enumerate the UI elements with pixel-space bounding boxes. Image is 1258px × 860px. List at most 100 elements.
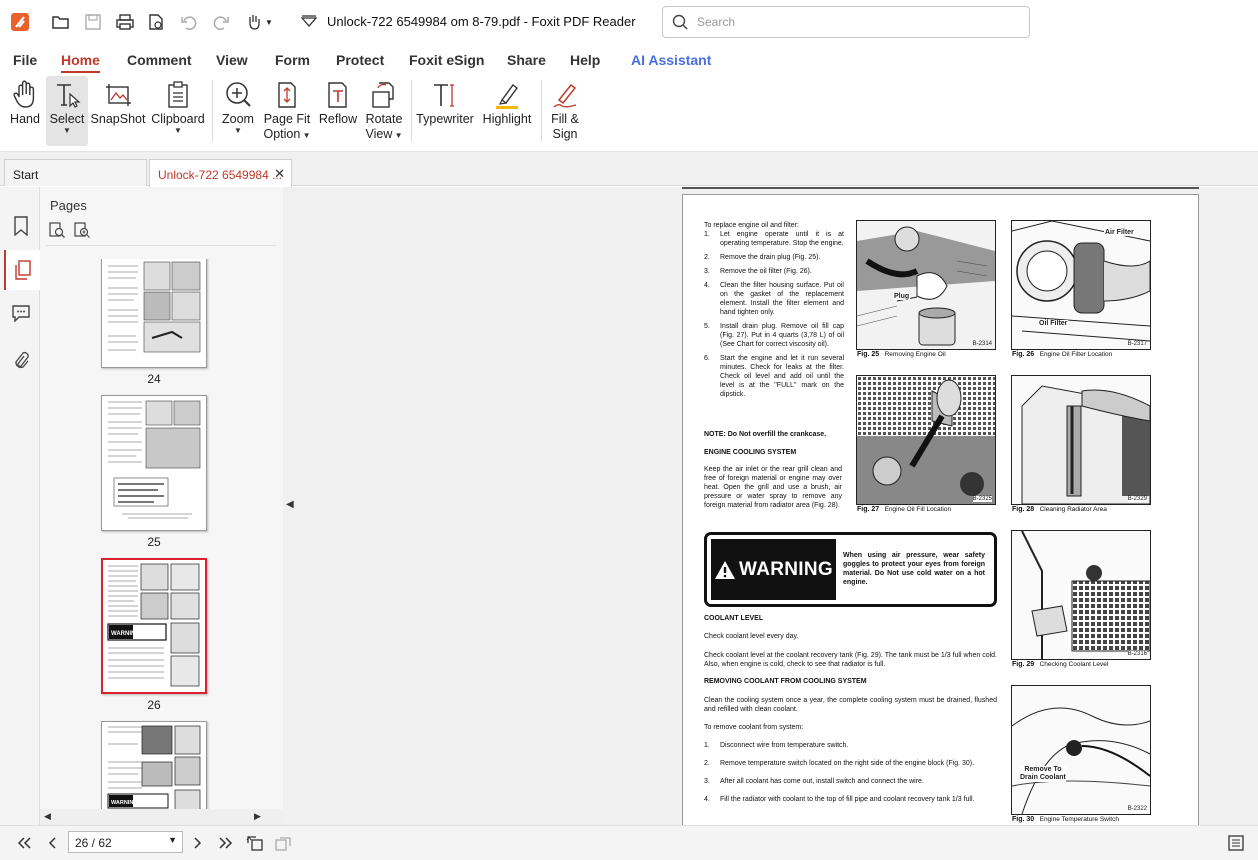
rotate-dropdown-icon[interactable]: ▼: [392, 131, 403, 140]
page-layout-icon[interactable]: [1226, 834, 1246, 852]
document-viewer[interactable]: To replace engine oil and filter: 1. Let …: [298, 187, 1258, 825]
customize-toolbar-icon[interactable]: [297, 10, 321, 34]
thumbnail-zoom-in-icon[interactable]: [74, 222, 90, 238]
figure-30-image: [1012, 686, 1150, 814]
page-thumbnail[interactable]: [101, 395, 207, 531]
thumbnail-zoom-out-icon[interactable]: [49, 222, 65, 238]
step-text: Remove the oil filter (Fig. 26).: [720, 268, 812, 275]
oil-filter-label: Oil Filter: [1038, 320, 1069, 327]
clipboard-dropdown-icon[interactable]: ▼: [174, 127, 182, 135]
remove-to-drain-label: Remove To Drain Coolant: [1020, 766, 1066, 782]
page-fit-option-button[interactable]: Page Fit Option ▼: [262, 76, 312, 146]
pages-panel-icon[interactable]: [4, 250, 40, 290]
pages-panel: Pages 24 25 WARNING 26 WARNING ▲ ▼ ◀ ▶: [40, 187, 323, 825]
rotate-label-line2-row: View ▼: [365, 127, 402, 142]
figure-26-image: [1012, 221, 1150, 349]
fill-sign-label-line2: Sign: [552, 127, 578, 141]
foxit-logo-icon[interactable]: [8, 10, 32, 34]
scroll-left-icon[interactable]: ◀: [44, 811, 51, 822]
figure-28-cleaning-radiator: B-2329: [1011, 375, 1151, 505]
page-fit-label-line2-row: Option ▼: [264, 127, 311, 142]
search-box[interactable]: Search: [662, 6, 1030, 38]
cooling-heading: ENGINE COOLING SYSTEM: [704, 449, 797, 456]
select-button[interactable]: Select ▼: [46, 76, 88, 146]
previous-view-icon[interactable]: [245, 834, 265, 852]
figure-caption: Fig. 25 Removing Engine Oil: [857, 351, 946, 358]
scroll-right-icon[interactable]: ▶: [254, 811, 261, 822]
last-page-icon[interactable]: [216, 834, 236, 852]
step-number: 5.: [704, 323, 710, 330]
snapshot-icon: [104, 76, 132, 112]
page-thumbnail[interactable]: WARNING: [101, 721, 207, 809]
attachments-icon[interactable]: [10, 350, 32, 372]
menu-share[interactable]: Share: [507, 52, 546, 68]
highlight-label: Highlight: [482, 112, 532, 126]
step-number: 3.: [704, 268, 710, 275]
first-page-icon[interactable]: [14, 834, 34, 852]
menu-foxit-esign[interactable]: Foxit eSign: [409, 52, 484, 68]
quick-access-dropdown-icon[interactable]: ▼: [262, 10, 276, 34]
intro-text: To replace engine oil and filter:: [704, 222, 799, 229]
clipboard-label: Clipboard: [151, 112, 205, 126]
figure-caption: Fig. 29 Checking Coolant Level: [1012, 661, 1108, 668]
menu-view[interactable]: View: [216, 52, 248, 68]
rotate-view-icon: [370, 76, 398, 112]
step-number: 1.: [704, 742, 710, 749]
typewriter-button[interactable]: Typewriter: [416, 76, 474, 146]
redo-icon[interactable]: [209, 10, 233, 34]
fill-and-sign-button[interactable]: Fill & Sign: [546, 76, 584, 146]
step-text: Let engine operate until it is at operat…: [720, 231, 844, 247]
undo-icon[interactable]: [177, 10, 201, 34]
next-page-icon[interactable]: [188, 834, 208, 852]
step-text: Install drain plug. Remove oil fill cap …: [720, 323, 844, 348]
page-thumbnail-image: WARNING: [107, 563, 200, 687]
figure-caption-text: Removing Engine Oil: [884, 351, 946, 358]
bookmarks-icon[interactable]: [10, 215, 32, 237]
page-fit-dropdown-icon[interactable]: ▼: [300, 131, 311, 140]
zoom-dropdown-icon[interactable]: ▼: [234, 127, 242, 135]
rotate-view-button[interactable]: Rotate View ▼: [362, 76, 406, 146]
page-thumbnail[interactable]: [101, 259, 207, 368]
print-icon[interactable]: [113, 10, 137, 34]
next-view-icon[interactable]: [273, 834, 293, 852]
menu-file[interactable]: File: [13, 52, 37, 68]
list-item: 5. Install drain plug. Remove oil fill ca…: [704, 322, 844, 349]
page-dropdown-icon[interactable]: ▼: [168, 835, 177, 845]
collapse-panel-icon[interactable]: ◀: [286, 499, 294, 510]
tab-document[interactable]: Unlock-722 6549984 ... ✕: [149, 159, 292, 187]
figure-caption-text: Engine Oil Fill Location: [884, 506, 952, 513]
figure-25-removing-engine-oil: Plug B-2314: [856, 220, 996, 350]
save-icon[interactable]: [81, 10, 105, 34]
close-tab-icon[interactable]: ✕: [274, 166, 285, 182]
search-placeholder: Search: [697, 15, 736, 29]
highlight-button[interactable]: Highlight: [480, 76, 534, 146]
page-fit-label-line2: Option: [263, 127, 301, 141]
figure-caption: Fig. 28 Cleaning Radiator Area: [1012, 506, 1107, 513]
menu-comment[interactable]: Comment: [127, 52, 192, 68]
clipboard-button[interactable]: Clipboard ▼: [150, 76, 206, 146]
page-properties-icon[interactable]: [144, 10, 168, 34]
select-dropdown-icon[interactable]: ▼: [63, 127, 71, 135]
reflow-button[interactable]: Reflow: [318, 76, 358, 146]
page-number-input[interactable]: 26 / 62 ▼: [68, 831, 183, 853]
menu-home[interactable]: Home: [61, 52, 100, 73]
zoom-button[interactable]: Zoom ▼: [218, 76, 258, 146]
pdf-page: To replace engine oil and filter: 1. Let …: [682, 194, 1199, 825]
page-thumbnail-selected[interactable]: WARNING: [101, 558, 207, 694]
menu-form[interactable]: Form: [275, 52, 310, 68]
menu-ai-assistant[interactable]: AI Assistant: [631, 52, 711, 68]
snapshot-button[interactable]: SnapShot: [91, 76, 145, 146]
hand-button[interactable]: Hand: [6, 76, 44, 146]
figure-30-engine-temperature-switch: Remove To Drain Coolant B-2322: [1011, 685, 1151, 815]
menu-help[interactable]: Help: [570, 52, 600, 68]
menu-protect[interactable]: Protect: [336, 52, 384, 68]
status-bar: 26 / 62 ▼: [0, 825, 1258, 860]
figure-code: B-2316: [1127, 651, 1147, 657]
open-icon[interactable]: [49, 10, 73, 34]
panel-splitter[interactable]: ◀: [283, 187, 298, 825]
tab-start[interactable]: Start: [4, 159, 147, 186]
comments-icon[interactable]: [10, 302, 32, 324]
select-label: Select: [49, 112, 85, 126]
previous-page-icon[interactable]: [42, 834, 62, 852]
thumbnail-horizontal-scrollbar[interactable]: ◀ ▶: [40, 809, 323, 825]
